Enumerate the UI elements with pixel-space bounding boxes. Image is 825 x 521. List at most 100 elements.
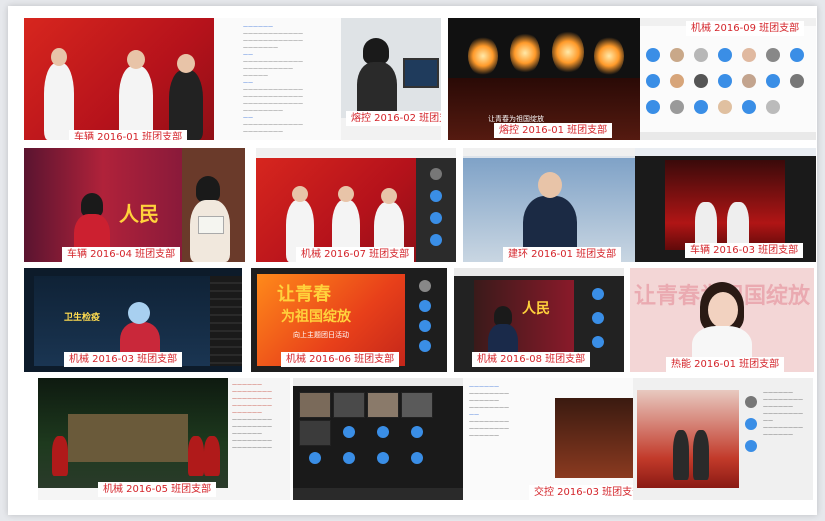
participant-avatar [790,74,804,88]
monitor [403,58,439,88]
poster-title-line1: 让青春 [277,284,331,305]
participant-avatar [790,48,804,62]
caption: 机械 2016-07 班团支部 [296,247,415,262]
tile-mech-2016-06: 让青春 为祖国绽放 向上主题团日活动 机械 2016-06 班团支部 [251,268,447,372]
person-head [338,186,354,202]
participant-avatar [742,48,756,62]
participant-avatar [646,100,660,114]
caption: 机械 2016-03 班团支部 [64,352,183,367]
participant-avatar [646,48,660,62]
chat-text: ————————————————————————————————————————… [232,382,272,451]
poster-title-line2: 为祖国绽放 [281,309,351,325]
tile-mech-2016-03: 卫生检疫 机械 2016-03 班团支部 [24,268,242,372]
window-titlebar [633,378,813,386]
participant-icon [419,340,431,352]
participant-icon [430,168,442,180]
person-head [292,186,308,202]
person-uniform [44,63,74,140]
participant-avatar [718,100,732,114]
participant-avatar [694,100,708,114]
participant-icon [309,452,321,464]
caption: 车辆 2016-01 班团支部 [69,130,188,140]
participant-icon [419,300,431,312]
window-titlebar [293,378,463,386]
chat-text: ————————————————————————————————————————… [763,390,803,438]
chat-panel [214,18,231,140]
tile-video-grid [293,378,463,500]
caption: 车辆 2016-03 班团支部 [685,243,804,258]
caption: 热能 2016-01 班团支部 [666,357,785,372]
tile-mech-2016-08: 人民 机械 2016-08 班团支部 [454,268,624,372]
tile-env-2016-01: 建环 2016-01 班团支部 [463,148,635,262]
participant-icon [377,426,389,438]
window-titlebar [256,148,456,156]
participant-avatar [670,74,684,88]
participant-icon [745,396,757,408]
person-hair [363,38,389,64]
video-cell [333,392,365,418]
caption: 车辆 2016-04 班团支部 [62,247,181,262]
participant-icon [592,288,604,300]
video-frame [665,160,785,250]
tile-traffic-2016-03: —————— ———————— —————— ———————— —— ———————— ——… [463,378,633,500]
window-titlebar [463,148,635,156]
torch-flame [552,30,584,74]
person-head [127,50,145,69]
tile-mech-2016-09: 机械 2016-09 班团支部 [640,18,816,140]
video-cell [299,420,331,446]
tile-text-panel: —————— ———————————— ———————————— ——————— —— —… [231,18,341,140]
person-head [177,54,195,73]
participant-icon [411,452,423,464]
caption: 熔控 2016-02 班团支部 [346,111,441,126]
participant-icon [419,280,431,292]
person-seated [357,62,397,118]
video-cell [299,392,331,418]
poster-subtitle: 向上主题团日活动 [293,331,349,339]
participant-icon [430,234,442,246]
tile-stage-meeting: —————— ———————— —————— ———————— —— ———————— ——… [633,378,813,500]
participant-icon [430,212,442,224]
caption: 熔控 2016-01 班团支部 [494,123,613,138]
person-uniform [119,66,153,140]
screenshot-collage: 车辆 2016-01 班团支部 —————— ———————————— ——————… [8,6,817,515]
participant-icon [411,426,423,438]
participant-avatar [718,48,732,62]
torch-flame [594,36,624,76]
video-cell [367,392,399,418]
backdrop-text: 人民 [522,301,550,317]
video-frame [555,398,633,478]
participant-icon [430,190,442,202]
participant-icon [343,426,355,438]
tile-vehicle-2016-04: 人民 车辆 2016-04 班团支部 [24,148,182,262]
participant-icon [419,320,431,332]
tile-thermal-2016-01: 让青春为祖国绽放 热能 2016-01 班团支部 [630,268,814,372]
participant-avatar [718,74,732,88]
tile-reader-inset [182,148,245,262]
participant-avatar [742,100,756,114]
participant-icon [343,452,355,464]
tile-mech-2016-07: 机械 2016-07 班团支部 [256,148,456,262]
participant-avatar [766,100,780,114]
caption: 机械 2016-08 班团支部 [472,352,591,367]
tile-control-2016-01: 让青春为祖国绽放 熔控 2016-01 班团支部 [448,18,640,140]
backdrop-text: 人民 [119,202,159,226]
participant-avatar [766,48,780,62]
tile-vehicle-2016-03: 车辆 2016-03 班团支部 [635,148,816,262]
person-head [538,172,562,198]
caption: 机械 2016-09 班团支部 [686,21,805,36]
tile-vehicle-2016-01: 车辆 2016-01 班团支部 [24,18,231,140]
torch-flame [510,32,540,74]
chat-text: ————————————————————————————————————————… [469,384,509,439]
caption: 机械 2016-06 班团支部 [281,352,400,367]
participant-icon [745,440,757,452]
participant-avatar [742,74,756,88]
participant-avatar [670,100,684,114]
person-head [381,188,397,204]
tile-mech-2016-05: —————— ———————— ———————— ———————— —————— ————… [38,378,290,500]
tile-control-2016-02: 熔控 2016-02 班团支部 [341,18,441,140]
book [198,216,224,234]
person-face [708,292,738,328]
participant-avatar [694,48,708,62]
participant-avatar [694,74,708,88]
participant-avatar [766,74,780,88]
